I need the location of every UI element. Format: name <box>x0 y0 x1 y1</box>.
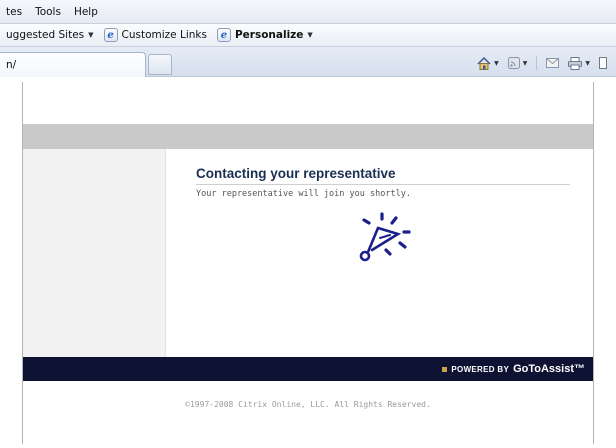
new-tab-button[interactable] <box>148 54 172 75</box>
customize-links-label: Customize Links <box>121 29 207 41</box>
command-bar: ▼ ▼ ▼ <box>477 55 616 71</box>
home-icon <box>477 56 491 70</box>
brand-logo: GoToAssist™ <box>513 363 585 375</box>
ie-page-icon: e <box>216 28 231 42</box>
ie-page-icon: e <box>103 28 118 42</box>
print-icon <box>568 56 583 70</box>
gotoassist-frame: Contacting your representative Your repr… <box>22 82 594 444</box>
chevron-down-icon: ▼ <box>585 59 590 67</box>
tab-bar: n/ ▼ ▼ ▼ <box>0 47 616 77</box>
bullet-square <box>442 366 448 372</box>
page-button[interactable] <box>599 57 607 69</box>
loading-spinner-icon <box>359 212 411 262</box>
personalize-label: Personalize <box>234 29 304 41</box>
status-panel: Contacting your representative Your repr… <box>196 166 576 199</box>
print-button[interactable]: ▼ <box>568 56 590 70</box>
home-button[interactable]: ▼ <box>477 56 499 70</box>
favorites-bar: uggested Sites ▼ e Customize Links e Per… <box>0 24 616 47</box>
page-icon <box>599 57 607 69</box>
footer-bar: POWERED BY GoToAssist™ <box>23 357 593 381</box>
chevron-down-icon: ▼ <box>494 59 499 67</box>
copyright-notice: ©1997-2008 Citrix Online, LLC. All Right… <box>185 400 431 409</box>
read-mail-icon <box>546 58 560 68</box>
status-message: Your representative will join you shortl… <box>196 189 411 199</box>
feeds-button[interactable]: ▼ <box>507 57 528 69</box>
chevron-down-icon: ▼ <box>307 31 313 39</box>
feeds-icon <box>507 57 520 69</box>
separator <box>536 56 538 70</box>
personalize-link[interactable]: e Personalize ▼ <box>216 28 313 42</box>
menu-item-favorites[interactable]: tes <box>6 6 22 18</box>
read-mail-button[interactable] <box>546 58 560 68</box>
suggested-sites-label: uggested Sites <box>6 29 85 41</box>
left-sidebar <box>23 149 166 357</box>
powered-by-label: POWERED BY <box>451 364 510 374</box>
header-band <box>23 124 593 149</box>
tab-active[interactable]: n/ <box>0 52 146 77</box>
tab-title: n/ <box>6 59 17 71</box>
chevron-down-icon: ▼ <box>522 59 528 67</box>
chevron-down-icon: ▼ <box>88 31 94 39</box>
menu-bar: tes Tools Help <box>0 0 616 24</box>
menu-item-tools[interactable]: Tools <box>35 6 61 18</box>
customize-links-link[interactable]: e Customize Links <box>103 28 207 42</box>
suggested-sites-link[interactable]: uggested Sites ▼ <box>6 29 94 41</box>
page-viewport: Contacting your representative Your repr… <box>0 78 616 448</box>
page-title: Contacting your representative <box>196 166 570 185</box>
menu-item-help[interactable]: Help <box>74 6 98 18</box>
